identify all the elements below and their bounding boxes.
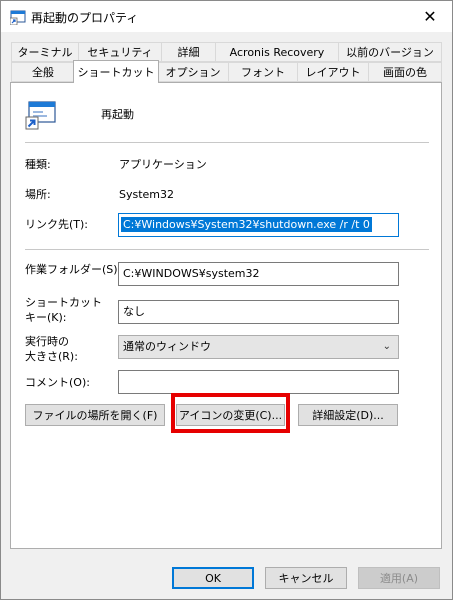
tab-details[interactable]: 詳細 xyxy=(161,42,216,62)
chevron-down-icon: ⌄ xyxy=(382,341,391,352)
target-selected-text: C:¥Windows¥System32¥shutdown.exe /r /t 0 xyxy=(121,217,372,232)
target-input[interactable]: C:¥Windows¥System32¥shutdown.exe /r /t 0 xyxy=(118,213,399,237)
close-button[interactable]: ✕ xyxy=(408,1,452,32)
tab-security[interactable]: セキュリティ xyxy=(78,42,162,62)
tab-options[interactable]: オプション xyxy=(157,62,229,82)
run-size-value: 通常のウィンドウ xyxy=(123,340,211,353)
hotkey-label-line2: キー(K): xyxy=(25,311,67,324)
shortcut-panel: 再起動 種類: アプリケーション 場所: System32 リンク先(T): C… xyxy=(10,82,442,549)
hotkey-input[interactable]: なし xyxy=(118,300,399,324)
run-label-line2: 大きさ(R): xyxy=(25,350,78,363)
type-value: アプリケーション xyxy=(119,158,207,171)
startin-label: 作業フォルダー(S): xyxy=(25,263,122,276)
window-title: 再起動のプロパティ xyxy=(31,11,139,25)
separator xyxy=(25,142,429,143)
tab-general[interactable]: 全般 xyxy=(11,62,75,82)
title-bar: 再起動のプロパティ ✕ xyxy=(1,1,452,32)
shortcut-app-icon xyxy=(25,101,56,130)
cancel-button[interactable]: キャンセル xyxy=(265,567,347,589)
apply-button[interactable]: 適用(A) xyxy=(358,567,440,589)
location-label: 場所: xyxy=(25,188,51,201)
hotkey-label-line1: ショートカット xyxy=(25,296,102,309)
open-file-location-button[interactable]: ファイルの場所を開く(F) xyxy=(25,404,165,426)
startin-input[interactable]: C:¥WINDOWS¥system32 xyxy=(118,262,399,286)
tab-screen-colors[interactable]: 画面の色 xyxy=(368,62,442,82)
run-size-select[interactable]: 通常のウィンドウ ⌄ xyxy=(118,335,399,359)
tab-font[interactable]: フォント xyxy=(228,62,298,82)
highlight-box xyxy=(171,393,290,433)
advanced-button[interactable]: 詳細設定(D)... xyxy=(298,404,398,426)
properties-window: 再起動のプロパティ ✕ ターミナル セキュリティ 詳細 Acronis Reco… xyxy=(0,0,453,600)
tab-terminal[interactable]: ターミナル xyxy=(11,42,79,62)
target-label: リンク先(T): xyxy=(25,218,89,231)
tab-shortcut[interactable]: ショートカット xyxy=(73,60,159,83)
close-icon: ✕ xyxy=(423,7,437,26)
comment-input[interactable] xyxy=(118,370,399,394)
run-label-line1: 実行時の xyxy=(25,335,69,348)
type-label: 種類: xyxy=(25,158,51,171)
ok-button[interactable]: OK xyxy=(172,567,254,589)
separator xyxy=(25,249,429,250)
comment-label: コメント(O): xyxy=(25,376,90,389)
tab-layout[interactable]: レイアウト xyxy=(297,62,369,82)
tab-acronis-recovery[interactable]: Acronis Recovery xyxy=(215,42,339,62)
shortcut-window-icon xyxy=(10,10,26,25)
tab-previous-versions[interactable]: 以前のバージョン xyxy=(338,42,442,62)
shortcut-name: 再起動 xyxy=(101,108,134,121)
location-value: System32 xyxy=(119,188,175,201)
